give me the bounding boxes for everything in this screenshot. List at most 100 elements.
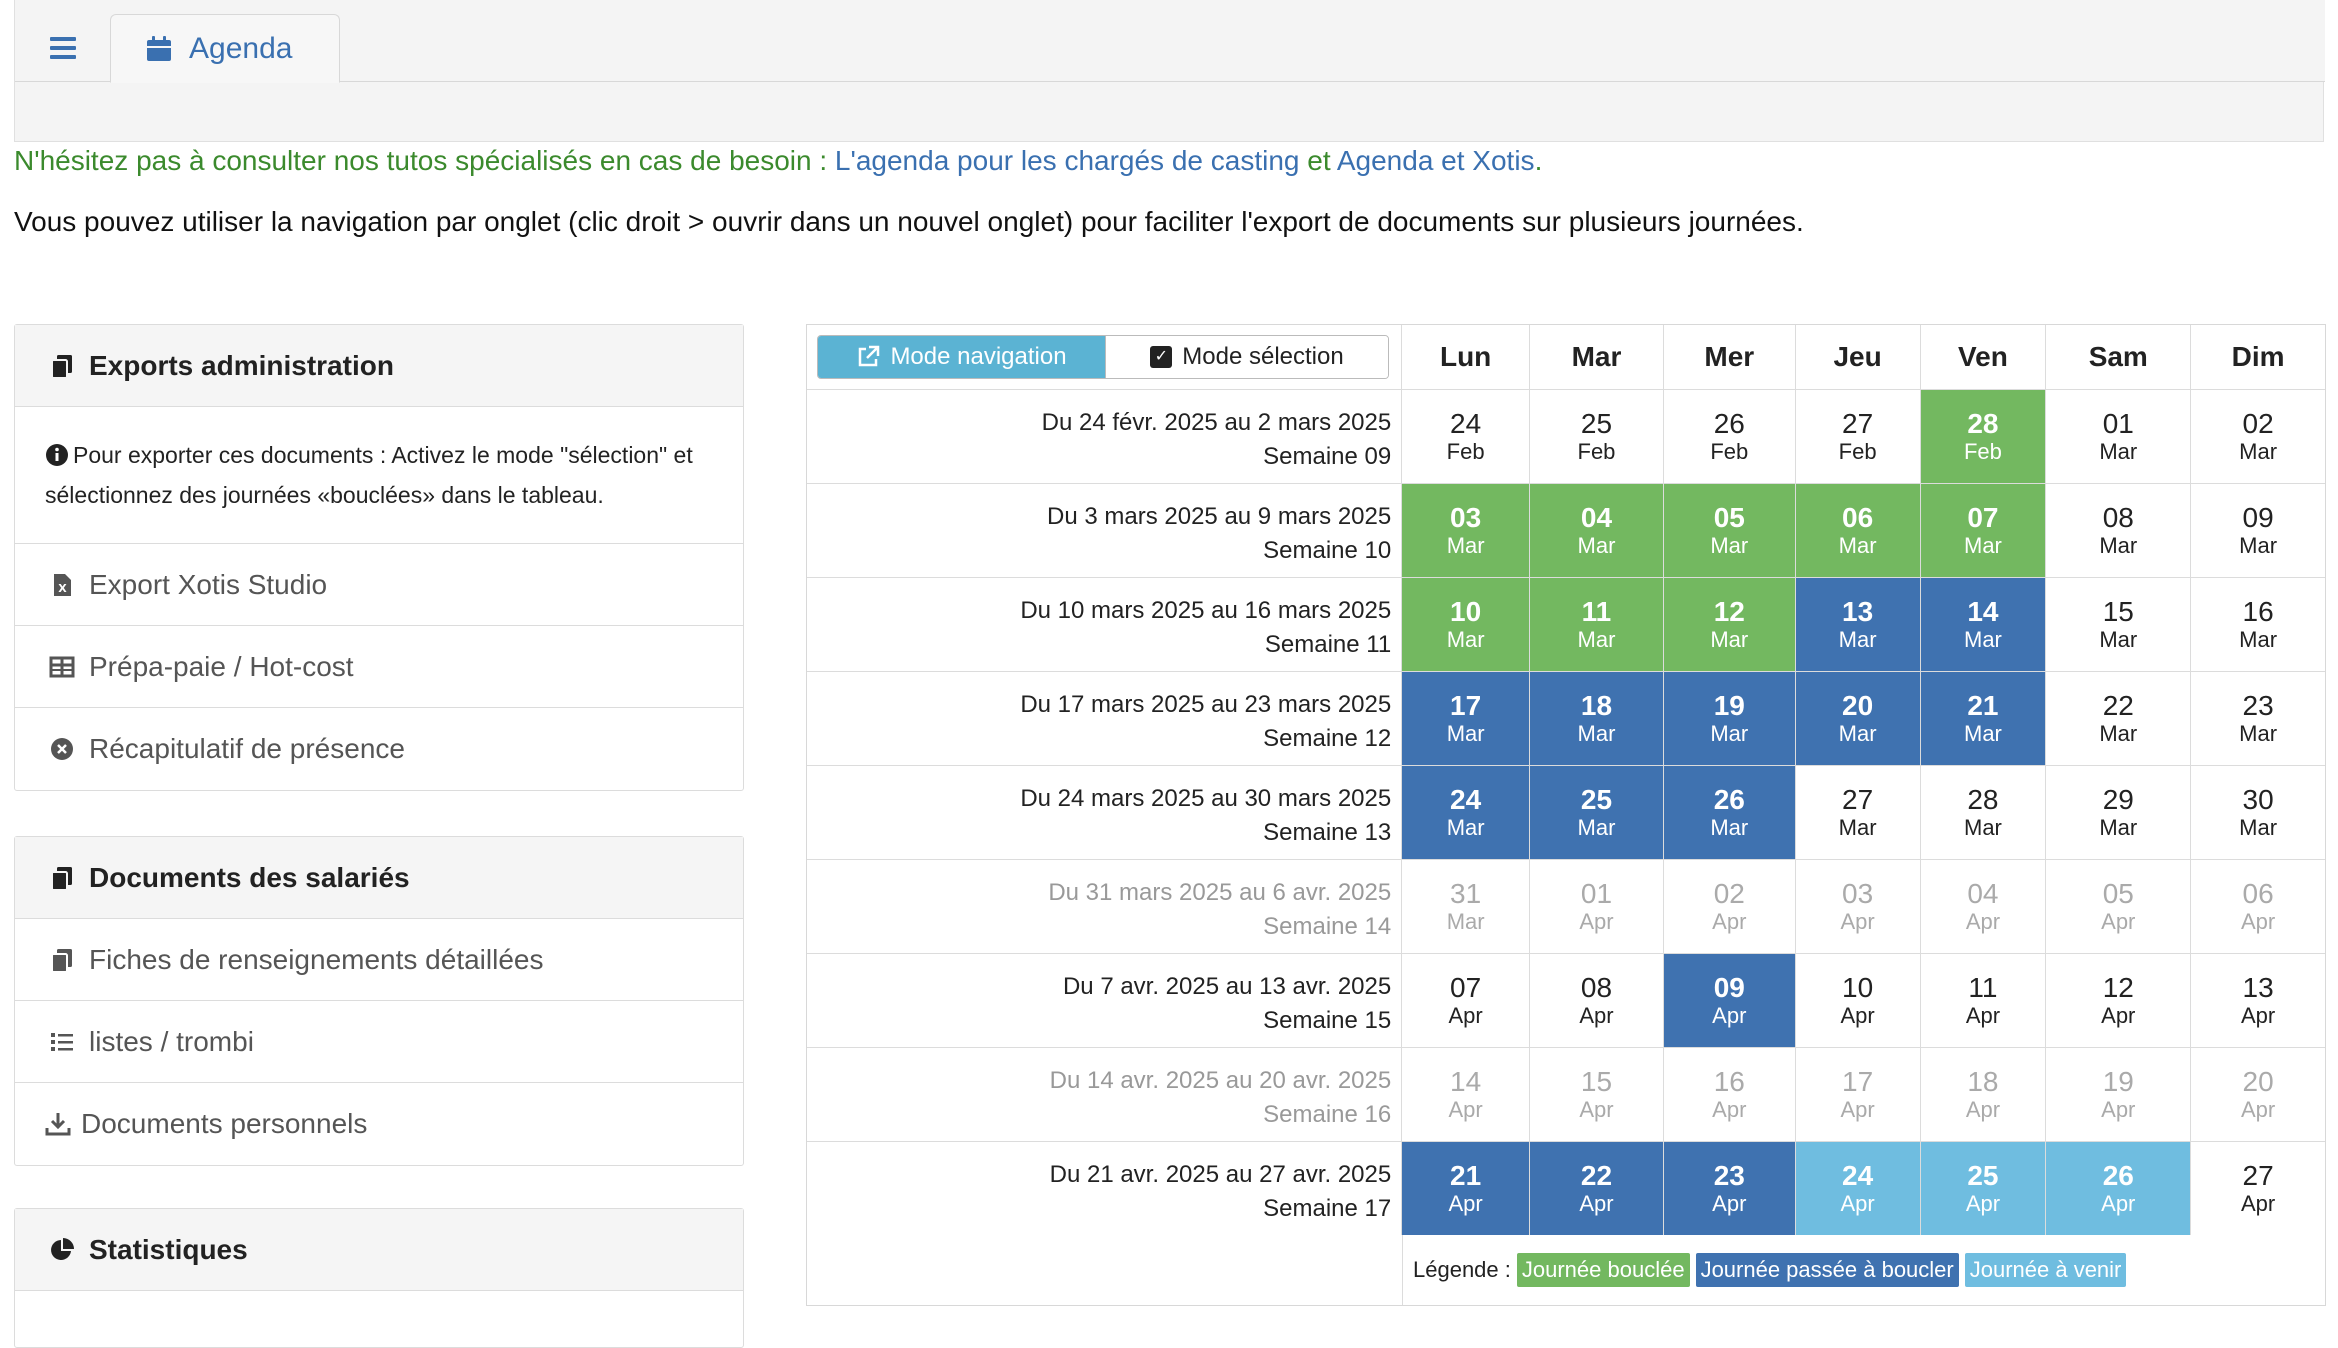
day-cell[interactable]: 19 Mar (1663, 672, 1796, 765)
day-cell[interactable]: 20 Apr (2191, 1048, 2325, 1141)
day-cell[interactable]: 23 Apr (1663, 1142, 1796, 1235)
day-cell[interactable]: 29 Mar (2046, 766, 2192, 859)
day-cell[interactable]: 02 Mar (2191, 390, 2325, 483)
week-label-cell[interactable]: Du 24 mars 2025 au 30 mars 2025 Semaine 1… (807, 766, 1403, 859)
day-cell[interactable]: 06 Apr (2191, 860, 2325, 953)
fiches-renseignements-label: Fiches de renseignements détaillées (89, 943, 544, 975)
day-cell[interactable]: 07 Mar (1920, 484, 2047, 577)
day-cell[interactable]: 09 Mar (2191, 484, 2325, 577)
day-cell[interactable]: 21 Apr (1402, 1142, 1531, 1235)
day-cell[interactable]: 18 Apr (1920, 1048, 2047, 1141)
documents-personnels-link[interactable]: Documents personnels (15, 1083, 743, 1165)
day-cell[interactable]: 26 Feb (1663, 390, 1796, 483)
day-cell[interactable]: 01 Mar (2046, 390, 2192, 483)
day-cell[interactable]: 07 Apr (1402, 954, 1531, 1047)
day-cell[interactable]: 10 Apr (1795, 954, 1921, 1047)
day-cell[interactable]: 26 Apr (2046, 1142, 2192, 1235)
day-cell[interactable]: 05 Apr (2046, 860, 2192, 953)
day-cell[interactable]: 13 Mar (1795, 578, 1921, 671)
day-cell[interactable]: 08 Apr (1530, 954, 1664, 1047)
day-cell[interactable]: 23 Mar (2191, 672, 2325, 765)
day-cell[interactable]: 03 Apr (1795, 860, 1921, 953)
day-cell[interactable]: 03 Mar (1402, 484, 1531, 577)
listes-trombi-link[interactable]: listes / trombi (15, 1001, 743, 1083)
day-month: Apr (1579, 908, 1614, 934)
day-cell[interactable]: 22 Apr (1530, 1142, 1664, 1235)
day-month: Apr (1712, 1002, 1747, 1028)
day-cell[interactable]: 24 Mar (1402, 766, 1531, 859)
day-cell[interactable]: 26 Mar (1663, 766, 1796, 859)
day-cell[interactable]: 05 Mar (1663, 484, 1796, 577)
week-label-cell[interactable]: Du 10 mars 2025 au 16 mars 2025 Semaine 1… (807, 578, 1403, 671)
day-cell[interactable]: 06 Mar (1795, 484, 1921, 577)
tab-agenda[interactable]: Agenda (110, 14, 340, 83)
day-cell[interactable]: 28 Mar (1920, 766, 2047, 859)
day-cell[interactable]: 21 Mar (1920, 672, 2047, 765)
day-cell[interactable]: 24 Feb (1402, 390, 1531, 483)
day-cell[interactable]: 30 Mar (2191, 766, 2325, 859)
menu-toggle-button[interactable] (15, 14, 110, 82)
week-label-cell[interactable]: Du 7 avr. 2025 au 13 avr. 2025 Semaine 15 (807, 954, 1403, 1047)
day-cell[interactable]: 25 Feb (1530, 390, 1664, 483)
day-cell[interactable]: 31 Mar (1402, 860, 1531, 953)
day-cell[interactable]: 13 Apr (2191, 954, 2325, 1047)
day-cell[interactable]: 04 Mar (1530, 484, 1664, 577)
day-cell[interactable]: 11 Apr (1920, 954, 2047, 1047)
day-cell[interactable]: 18 Mar (1530, 672, 1664, 765)
recap-presence-link[interactable]: Récapitulatif de présence (15, 708, 743, 790)
day-number: 02 (2242, 407, 2274, 439)
day-cell[interactable]: 20 Mar (1795, 672, 1921, 765)
day-cell[interactable]: 15 Mar (2046, 578, 2192, 671)
day-number: 15 (2102, 595, 2134, 627)
day-cell[interactable]: 16 Apr (1663, 1048, 1796, 1141)
day-cell[interactable]: 04 Apr (1920, 860, 2047, 953)
day-cell[interactable]: 15 Apr (1530, 1048, 1664, 1141)
day-month: Apr (2240, 1096, 2276, 1122)
day-cell[interactable]: 08 Mar (2046, 484, 2192, 577)
day-cell[interactable]: 28 Feb (1920, 390, 2047, 483)
day-number: 13 (1842, 595, 1874, 627)
week-label-cell[interactable]: Du 21 avr. 2025 au 27 avr. 2025 Semaine 1… (807, 1142, 1403, 1235)
prepa-paie-link[interactable]: Prépa-paie / Hot-cost (15, 626, 743, 708)
week-label-cell[interactable]: Du 3 mars 2025 au 9 mars 2025 Semaine 10 (807, 484, 1403, 577)
day-cell[interactable]: 27 Apr (2191, 1142, 2325, 1235)
week-row: Du 17 mars 2025 au 23 mars 2025 Semaine 1… (807, 672, 2325, 766)
day-cell[interactable]: 14 Mar (1920, 578, 2047, 671)
day-cell[interactable]: 10 Mar (1402, 578, 1531, 671)
day-cell[interactable]: 12 Mar (1663, 578, 1796, 671)
week-number: Semaine 17 (1263, 1195, 1392, 1222)
day-cell[interactable]: 24 Apr (1795, 1142, 1921, 1235)
day-number: 26 (1713, 407, 1745, 439)
day-cell[interactable]: 25 Apr (1920, 1142, 2047, 1235)
stats-panel: Statistiques (14, 1208, 744, 1348)
day-number: 17 (1450, 689, 1482, 721)
day-cell[interactable]: 19 Apr (2046, 1048, 2192, 1141)
day-cell[interactable]: 22 Mar (2046, 672, 2192, 765)
week-label-cell[interactable]: Du 24 févr. 2025 au 2 mars 2025 Semaine 0… (807, 390, 1403, 483)
day-month: Apr (1840, 908, 1875, 934)
day-number: 18 (1580, 689, 1613, 721)
day-cell[interactable]: 17 Mar (1402, 672, 1531, 765)
day-cell[interactable]: 09 Apr (1663, 954, 1796, 1047)
mode-selection-button[interactable]: ✓ Mode sélection (1105, 336, 1388, 378)
link-agenda-xotis[interactable]: Agenda et Xotis (1337, 145, 1535, 176)
day-cell[interactable]: 11 Mar (1530, 578, 1664, 671)
day-cell[interactable]: 16 Mar (2191, 578, 2325, 671)
link-agenda-casting[interactable]: L'agenda pour les chargés de casting (835, 145, 1300, 176)
export-xotis-studio-link[interactable]: X Export Xotis Studio (15, 544, 743, 626)
week-label-cell[interactable]: Du 31 mars 2025 au 6 avr. 2025 Semaine 14 (807, 860, 1403, 953)
mode-navigation-button[interactable]: Mode navigation (818, 336, 1105, 378)
day-cell[interactable]: 12 Apr (2046, 954, 2192, 1047)
day-cell[interactable]: 14 Apr (1402, 1048, 1531, 1141)
day-cell[interactable]: 27 Feb (1795, 390, 1921, 483)
legend-row: Légende : Journée bouclée Journée passée… (807, 1235, 2325, 1305)
day-cell[interactable]: 25 Mar (1530, 766, 1664, 859)
week-label-cell[interactable]: Du 17 mars 2025 au 23 mars 2025 Semaine 1… (807, 672, 1403, 765)
day-number: 20 (2242, 1065, 2274, 1097)
week-label-cell[interactable]: Du 14 avr. 2025 au 20 avr. 2025 Semaine 1… (807, 1048, 1403, 1141)
day-cell[interactable]: 27 Mar (1795, 766, 1921, 859)
day-cell[interactable]: 02 Apr (1663, 860, 1796, 953)
fiches-renseignements-link[interactable]: Fiches de renseignements détaillées (15, 919, 743, 1001)
day-cell[interactable]: 01 Apr (1530, 860, 1664, 953)
day-cell[interactable]: 17 Apr (1795, 1048, 1921, 1141)
